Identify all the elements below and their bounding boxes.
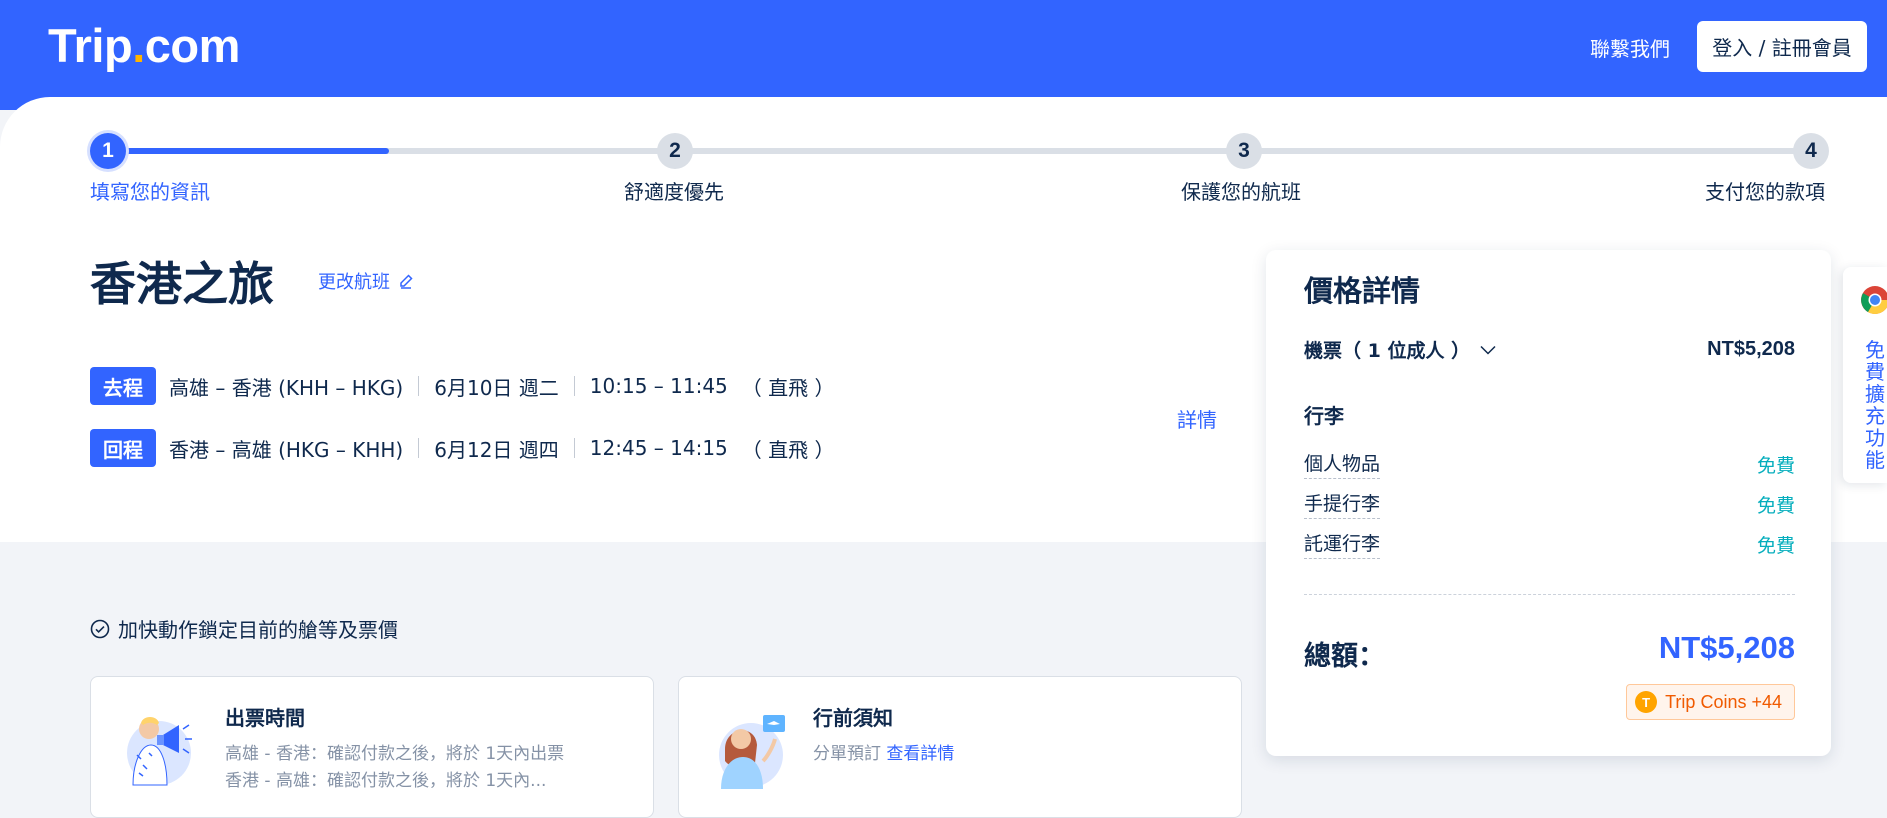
ticketing-line-outbound: 高雄 - 香港：確認付款之後，將於 1天內出票	[225, 744, 565, 764]
trip-coins-text: Trip Coins +44	[1665, 691, 1782, 712]
step-3-label: 保護您的航班	[1181, 180, 1301, 204]
fare-lock-notice: 加快動作鎖定目前的艙等及票價	[90, 614, 398, 643]
coin-icon: T	[1635, 691, 1658, 713]
progress-fill	[107, 148, 389, 154]
return-badge: 回程	[90, 429, 156, 467]
step-3-circle: 3	[1226, 133, 1262, 169]
login-register-button[interactable]: 登入 / 註冊會員	[1697, 21, 1867, 72]
step-1-circle: 1	[90, 133, 126, 169]
outbound-flight-row: 去程 高雄 – 香港 (KHH – HKG) 6月10日 週二 10:15 – …	[90, 367, 835, 405]
baggage-value-personal: 免費	[1756, 454, 1795, 477]
outbound-date: 6月10日 週二	[434, 375, 559, 400]
travel-notice-card: 行前須知 分單預訂 查看詳情	[678, 676, 1242, 818]
free-extension-tab[interactable]: 免費擴充功能	[1843, 267, 1887, 483]
price-details-card: 價格詳情 機票（ 1 位成人 ） NT$5,208 行李 個人物品 免費 手提行…	[1266, 250, 1831, 756]
step-2-circle: 2	[657, 133, 693, 169]
step-4-label: 支付您的款項	[1705, 180, 1825, 204]
flight-details-link[interactable]: 詳情	[1177, 404, 1217, 433]
view-details-link[interactable]: 查看詳情	[886, 744, 954, 764]
ticket-price: NT$5,208	[1707, 338, 1795, 360]
return-date: 6月12日 週四	[434, 437, 559, 462]
baggage-row-checked: 託運行李 免費	[1304, 529, 1795, 559]
outbound-route: 高雄 – 香港 (KHH – HKG)	[169, 375, 404, 400]
separator	[418, 438, 420, 458]
page-title: 香港之旅	[90, 257, 274, 311]
trip-logo[interactable]: Trip.com	[48, 18, 240, 73]
traveler-illustration	[719, 715, 785, 789]
travel-notice-line: 分單預訂 查看詳情	[813, 739, 954, 764]
step-4-circle: 4	[1793, 133, 1829, 169]
free-extension-text: 免費擴充功能	[1865, 338, 1885, 472]
baggage-name-carry-on[interactable]: 手提行李	[1304, 489, 1381, 519]
check-circle-icon	[90, 619, 110, 638]
ticketing-time-card: 出票時間 高雄 - 香港：確認付款之後，將於 1天內出票 香港 - 高雄：確認付…	[90, 676, 654, 818]
outbound-badge: 去程	[90, 367, 156, 405]
baggage-name-checked[interactable]: 託運行李	[1304, 529, 1381, 559]
top-header: Trip.com 聯繫我們 登入 / 註冊會員	[0, 0, 1887, 110]
return-route: 香港 – 高雄 (HKG – KHH)	[169, 437, 404, 462]
return-time: 12:45 – 14:15	[589, 436, 728, 460]
ticket-label: 機票（ 1 位成人 ）	[1304, 340, 1471, 362]
chevron-down-icon	[1480, 345, 1496, 355]
megaphone-person-illustration	[127, 717, 192, 786]
change-flight-link[interactable]: 更改航班	[318, 268, 414, 294]
ticket-toggle[interactable]: 機票（ 1 位成人 ）	[1304, 336, 1496, 363]
split-booking-text: 分單預訂	[813, 744, 881, 764]
separator	[418, 376, 420, 396]
price-details-title: 價格詳情	[1304, 274, 1421, 308]
separator	[573, 376, 575, 396]
ticketing-line-return: 香港 - 高雄：確認付款之後，將於 1天內...	[225, 771, 547, 791]
baggage-value-carry-on: 免費	[1756, 494, 1795, 517]
baggage-name-personal[interactable]: 個人物品	[1304, 449, 1381, 479]
pencil-icon	[400, 274, 413, 289]
baggage-title: 行李	[1304, 404, 1344, 428]
travel-notice-title: 行前須知	[813, 706, 893, 730]
ticket-price-row[interactable]: 機票（ 1 位成人 ） NT$5,208	[1304, 336, 1795, 363]
separator	[573, 438, 575, 458]
total-price: NT$5,208	[1658, 630, 1795, 665]
outbound-type: （ 直飛 ）	[741, 375, 835, 400]
change-flight-label: 更改航班	[318, 272, 390, 293]
baggage-row-personal: 個人物品 免費	[1304, 449, 1795, 479]
ticketing-time-title: 出票時間	[225, 706, 305, 730]
return-flight-row: 回程 香港 – 高雄 (HKG – KHH) 6月12日 週四 12:45 – …	[90, 429, 835, 467]
return-type: （ 直飛 ）	[741, 437, 835, 462]
total-label: 總額：	[1304, 641, 1385, 672]
chrome-icon	[1861, 286, 1887, 314]
fare-lock-text: 加快動作鎖定目前的艙等及票價	[118, 618, 398, 642]
step-1-label: 填寫您的資訊	[90, 180, 210, 204]
step-2-label: 舒適度優先	[624, 180, 724, 204]
trip-coins-badge[interactable]: T Trip Coins +44	[1626, 684, 1795, 720]
baggage-value-checked: 免費	[1756, 534, 1795, 557]
divider	[1304, 594, 1795, 595]
contact-us-link[interactable]: 聯繫我們	[1590, 33, 1670, 62]
baggage-row-carry-on: 手提行李 免費	[1304, 489, 1795, 519]
outbound-time: 10:15 – 11:45	[589, 374, 728, 398]
